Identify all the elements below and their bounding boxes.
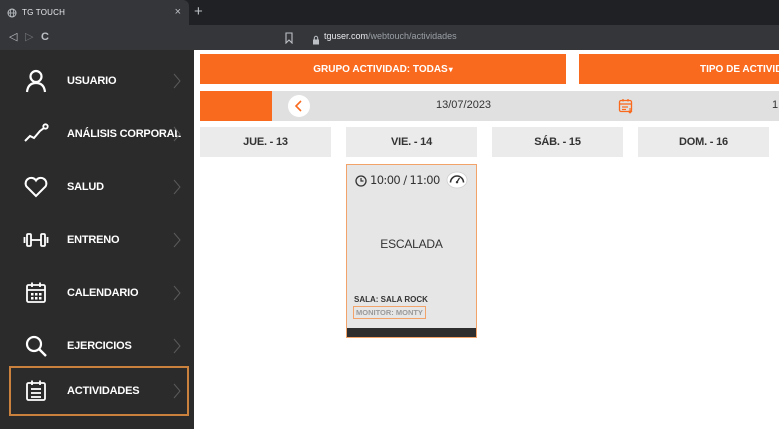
sidebar-item-ejercicios[interactable]: EJERCICIOS xyxy=(9,321,189,371)
previous-date-button[interactable] xyxy=(288,95,310,117)
globe-icon xyxy=(7,8,17,18)
bookmark-icon[interactable] xyxy=(284,31,294,45)
calendar-picker-icon[interactable] xyxy=(618,98,634,114)
next-date-fragment[interactable]: 1 xyxy=(772,99,778,111)
heart-icon xyxy=(23,174,49,200)
activity-card[interactable]: 10:00 / 11:00 ESCALADA SALA: SALA ROCK M… xyxy=(346,164,477,338)
group-activity-filter[interactable]: GRUPO ACTIVIDAD: TODAS ▾ xyxy=(200,54,566,84)
search-icon xyxy=(23,333,49,359)
chevron-down-icon: ▾ xyxy=(448,64,453,74)
chevron-left-icon xyxy=(294,100,302,112)
type-filter-label: TIPO DE ACTIVIDA xyxy=(700,63,779,75)
activities-icon xyxy=(23,378,49,404)
chevron-right-icon xyxy=(173,383,181,399)
activity-type-filter[interactable]: TIPO DE ACTIVIDA xyxy=(579,54,779,84)
day-header: VIE. - 14 xyxy=(346,127,477,157)
date-navigation: 13/07/2023 1 xyxy=(200,91,779,121)
lock-icon xyxy=(312,32,320,45)
chevron-right-icon xyxy=(173,338,181,354)
chevron-right-icon xyxy=(173,285,181,301)
activity-title: ESCALADA xyxy=(380,237,443,251)
sidebar-item-label: ACTIVIDADES xyxy=(67,385,140,397)
sidebar-item-label: ANÁLISIS CORPORAL xyxy=(67,128,181,140)
activity-room: SALA: SALA ROCK xyxy=(354,295,428,304)
url-host: tguser.com xyxy=(324,31,369,41)
trend-icon xyxy=(23,121,49,147)
sidebar-item-entreno[interactable]: ENTRENO xyxy=(9,215,189,265)
day-header: SÁB. - 15 xyxy=(492,127,623,157)
sidebar-item-analisis-corporal[interactable]: ANÁLISIS CORPORAL xyxy=(9,109,189,159)
browser-tab[interactable]: TG TOUCH × xyxy=(0,0,189,25)
chevron-right-icon xyxy=(173,126,181,142)
browser-toolbar: ◁ ▷ C tguser.com/webtouch/actividades xyxy=(0,25,779,50)
sidebar-item-label: EJERCICIOS xyxy=(67,340,132,352)
activity-monitor: MONITOR: MONTY xyxy=(353,306,426,319)
chevron-right-icon xyxy=(173,179,181,195)
day-header: DOM. - 16 xyxy=(638,127,769,157)
sidebar-item-actividades[interactable]: ACTIVIDADES xyxy=(9,366,189,416)
sidebar-item-usuario[interactable]: USUARIO xyxy=(9,56,189,106)
chevron-right-icon xyxy=(173,73,181,89)
url-path: /webtouch/actividades xyxy=(368,31,457,41)
address-bar[interactable]: tguser.com/webtouch/actividades xyxy=(324,31,457,41)
browser-titlebar: TG TOUCH × + xyxy=(0,0,779,25)
sidebar-item-salud[interactable]: SALUD xyxy=(9,162,189,212)
forward-button[interactable]: ▷ xyxy=(25,30,33,44)
new-tab-button[interactable]: + xyxy=(194,3,203,21)
clock-icon xyxy=(355,174,367,187)
activity-time: 10:00 / 11:00 xyxy=(370,173,440,187)
sidebar-item-label: ENTRENO xyxy=(67,234,120,246)
sidebar-item-label: SALUD xyxy=(67,181,104,193)
sidebar-item-label: USUARIO xyxy=(67,75,117,87)
main-content: GRUPO ACTIVIDAD: TODAS▾ TIPO DE ACTIVIDA… xyxy=(194,50,779,429)
gauge-icon[interactable] xyxy=(446,171,468,189)
reload-button[interactable]: C xyxy=(41,30,49,44)
chevron-right-icon xyxy=(173,232,181,248)
group-filter-label: GRUPO ACTIVIDAD: TODAS xyxy=(313,63,448,75)
dumbbell-icon xyxy=(23,227,49,253)
sidebar-item-label: CALENDARIO xyxy=(67,287,139,299)
date-accent xyxy=(200,91,272,121)
card-footer xyxy=(347,328,476,337)
tab-title: TG TOUCH xyxy=(22,8,66,17)
current-date: 13/07/2023 xyxy=(436,99,492,111)
day-header: JUE. - 13 xyxy=(200,127,331,157)
sidebar: USUARIO ANÁLISIS CORPORAL SALUD ENTRENO … xyxy=(0,50,194,429)
close-tab-icon[interactable]: × xyxy=(175,6,181,18)
back-button[interactable]: ◁ xyxy=(9,30,17,44)
user-icon xyxy=(23,68,49,94)
sidebar-item-calendario[interactable]: CALENDARIO xyxy=(9,268,189,318)
calendar-icon xyxy=(23,280,49,306)
